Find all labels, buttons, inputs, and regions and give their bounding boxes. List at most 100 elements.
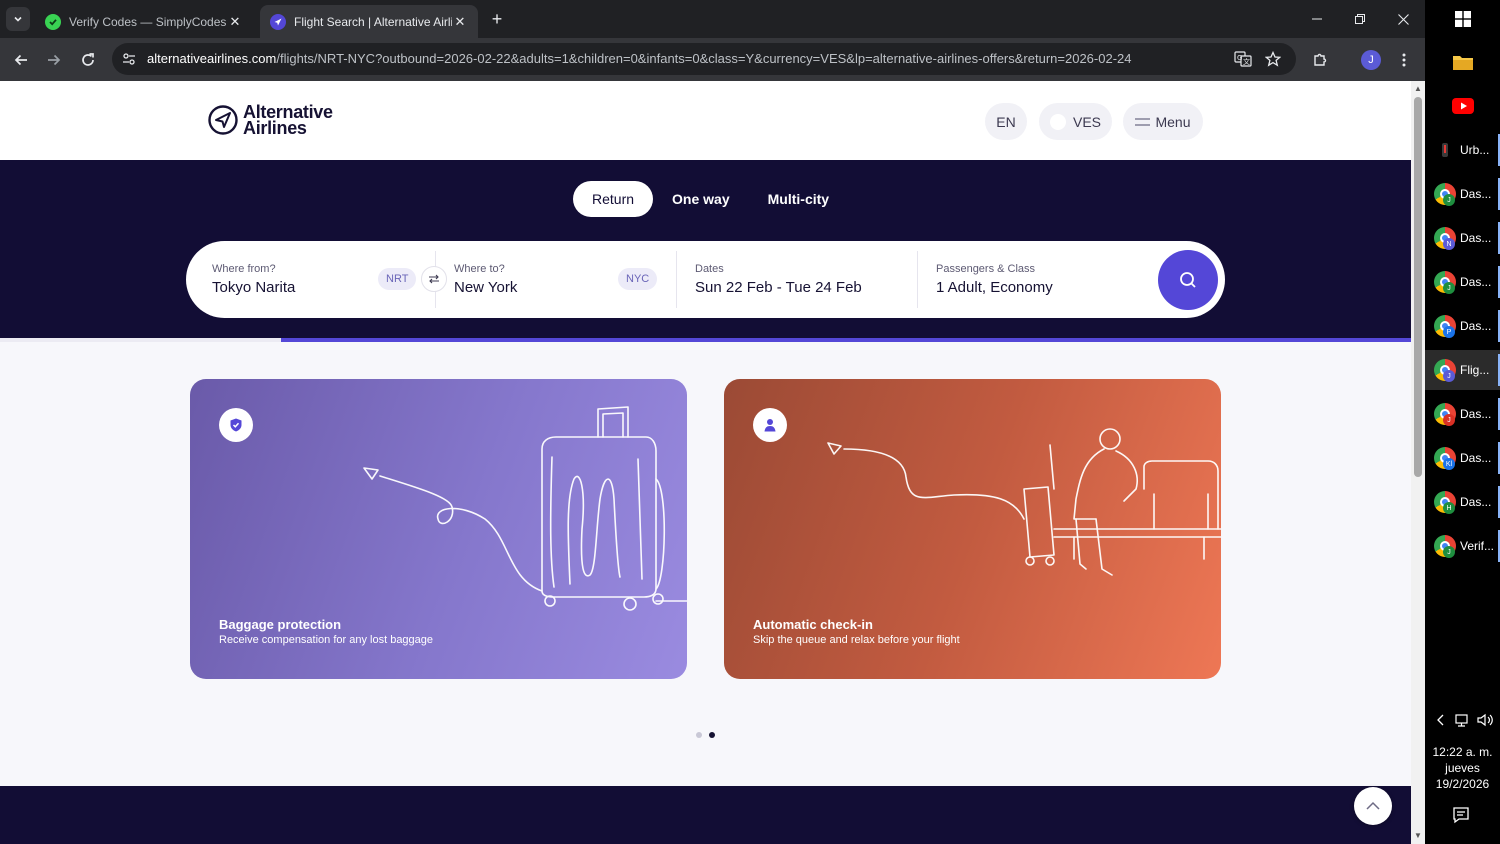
site-logo[interactable]: Alternative Airlines	[208, 103, 333, 138]
taskbar-window-item[interactable]: N Das...	[1425, 218, 1500, 258]
translate-icon[interactable]: G文	[1233, 49, 1253, 69]
tab-one-way[interactable]: One way	[653, 181, 749, 217]
close-icon	[1397, 13, 1409, 25]
dates-label: Dates	[695, 263, 724, 275]
browser-menu-button[interactable]	[1391, 47, 1417, 73]
baggage-protection-card[interactable]: Baggage protection Receive compensation …	[190, 379, 687, 679]
language-button[interactable]: EN	[985, 103, 1027, 140]
chevron-up-icon	[1366, 801, 1380, 810]
search-flights-button[interactable]	[1158, 250, 1218, 310]
taskbar-item-label: Urb...	[1460, 143, 1490, 157]
tab-simplycodes[interactable]: Verify Codes — SimplyCodes ✕	[35, 5, 253, 38]
minimize-icon	[1312, 18, 1322, 20]
clock-date: 19/2/2026	[1435, 777, 1490, 791]
svg-text:文: 文	[1243, 57, 1250, 66]
profile-badge: J	[1443, 282, 1455, 294]
minimize-button[interactable]	[1295, 0, 1339, 38]
taskbar-window-item[interactable]: J Verif...	[1425, 526, 1500, 566]
taskbar-item-label: Flig...	[1460, 363, 1490, 377]
new-tab-button[interactable]: +	[485, 8, 509, 32]
taskbar-window-item[interactable]: Urb...	[1425, 130, 1500, 170]
url-host: alternativeairlines.com	[147, 51, 277, 66]
close-tab-icon[interactable]: ✕	[227, 14, 243, 30]
tab-return[interactable]: Return	[573, 181, 654, 217]
passengers-field[interactable]: Passengers & Class 1 Adult, Economy	[936, 241, 1146, 318]
swap-arrows-icon	[429, 274, 439, 284]
arrow-left-icon	[14, 54, 27, 66]
currency-flag-icon	[1049, 113, 1066, 130]
search-hero: Return One way Multi-city Where from? To…	[0, 160, 1411, 338]
tab-title: Verify Codes — SimplyCodes	[69, 14, 227, 29]
search-icon	[1180, 272, 1196, 288]
tab-flight-search[interactable]: Flight Search | Alternative Airlin ✕	[260, 5, 478, 38]
volume-icon	[1477, 713, 1493, 727]
taskbar-window-item[interactable]: J Das...	[1425, 262, 1500, 302]
automatic-check-in-card[interactable]: Automatic check-in Skip the queue and re…	[724, 379, 1221, 679]
close-window-button[interactable]	[1381, 0, 1425, 38]
page-viewport: Alternative Airlines EN VES Menu Return …	[0, 81, 1411, 844]
windows-start-icon[interactable]	[1450, 6, 1476, 32]
menu-button[interactable]: Menu	[1123, 103, 1203, 140]
tab-search-button[interactable]	[6, 7, 30, 31]
url-path: /flights/NRT-NYC?outbound=2026-02-22&adu…	[276, 51, 1132, 66]
taskbar-item-label: Verif...	[1460, 539, 1495, 553]
profile-avatar[interactable]: J	[1361, 50, 1381, 70]
taskbar-window-item[interactable]: P Das...	[1425, 306, 1500, 346]
restore-icon	[1355, 14, 1365, 24]
from-code-badge: NRT	[378, 268, 417, 290]
bookmark-star-icon[interactable]	[1263, 49, 1283, 69]
restore-button[interactable]	[1338, 0, 1382, 38]
file-explorer-icon[interactable]	[1450, 49, 1476, 75]
profile-badge: J	[1443, 546, 1455, 558]
carousel-dot-active[interactable]	[709, 732, 715, 738]
loading-progress-bar	[0, 338, 1411, 342]
scrollbar-thumb[interactable]	[1414, 97, 1422, 477]
footer-section	[0, 786, 1411, 844]
carousel-dot[interactable]	[696, 732, 702, 738]
swap-airports-button[interactable]	[421, 266, 447, 292]
system-tray	[1430, 712, 1496, 731]
network-icon	[1455, 714, 1468, 727]
taskbar-window-item[interactable]: H Das...	[1425, 482, 1500, 522]
system-clock[interactable]: 12:22 a. m. jueves 19/2/2026	[1425, 744, 1500, 792]
dates-value: Sun 22 Feb - Tue 24 Feb	[695, 279, 862, 296]
chevron-down-icon	[14, 16, 22, 22]
tab-title: Flight Search | Alternative Airlin	[294, 14, 452, 29]
taskbar-window-item[interactable]: J Das...	[1425, 174, 1500, 214]
back-button[interactable]	[8, 47, 34, 73]
kebab-menu-icon	[1402, 53, 1406, 67]
hamburger-icon	[1135, 117, 1151, 126]
extensions-button[interactable]	[1307, 47, 1333, 73]
page-scrollbar[interactable]: ▲ ▼	[1411, 81, 1425, 844]
divider	[676, 251, 677, 308]
trip-type-tabs: Return One way Multi-city	[573, 181, 848, 217]
address-bar[interactable]: alternativeairlines.com/flights/NRT-NYC?…	[112, 43, 1296, 75]
card-subtitle: Skip the queue and relax before your fli…	[753, 634, 960, 646]
notification-center-icon[interactable]	[1452, 806, 1472, 826]
scroll-down-arrow-icon[interactable]: ▼	[1413, 831, 1423, 841]
taskbar-window-item[interactable]: Kl Das...	[1425, 438, 1500, 478]
arrow-right-icon	[48, 54, 61, 66]
tab-multi-city[interactable]: Multi-city	[749, 181, 848, 217]
currency-label: VES	[1072, 113, 1101, 130]
svg-text:G: G	[1237, 54, 1242, 62]
dates-field[interactable]: Dates Sun 22 Feb - Tue 24 Feb	[695, 241, 915, 318]
scroll-up-arrow-icon[interactable]: ▲	[1413, 84, 1423, 94]
youtube-icon[interactable]	[1450, 93, 1476, 119]
card-title: Automatic check-in	[753, 617, 873, 632]
reload-button[interactable]	[75, 47, 101, 73]
profile-badge: P	[1443, 326, 1455, 338]
close-tab-icon[interactable]: ✕	[452, 14, 468, 30]
taskbar-window-item[interactable]: J Flig...	[1425, 350, 1500, 390]
clock-time: 12:22 a. m.	[1432, 745, 1493, 759]
scroll-to-top-button[interactable]	[1354, 787, 1392, 825]
tab-strip: Verify Codes — SimplyCodes ✕ Flight Sear…	[0, 0, 1425, 38]
shield-check-icon	[219, 408, 253, 442]
app-icon	[1434, 139, 1456, 161]
logo-text: Alternative Airlines	[243, 103, 333, 138]
taskbar-window-item[interactable]: J Das...	[1425, 394, 1500, 434]
currency-button[interactable]: VES	[1039, 103, 1112, 140]
forward-button[interactable]	[41, 47, 67, 73]
site-info-icon[interactable]	[120, 50, 138, 68]
logo-line-2: Airlines	[243, 118, 307, 138]
